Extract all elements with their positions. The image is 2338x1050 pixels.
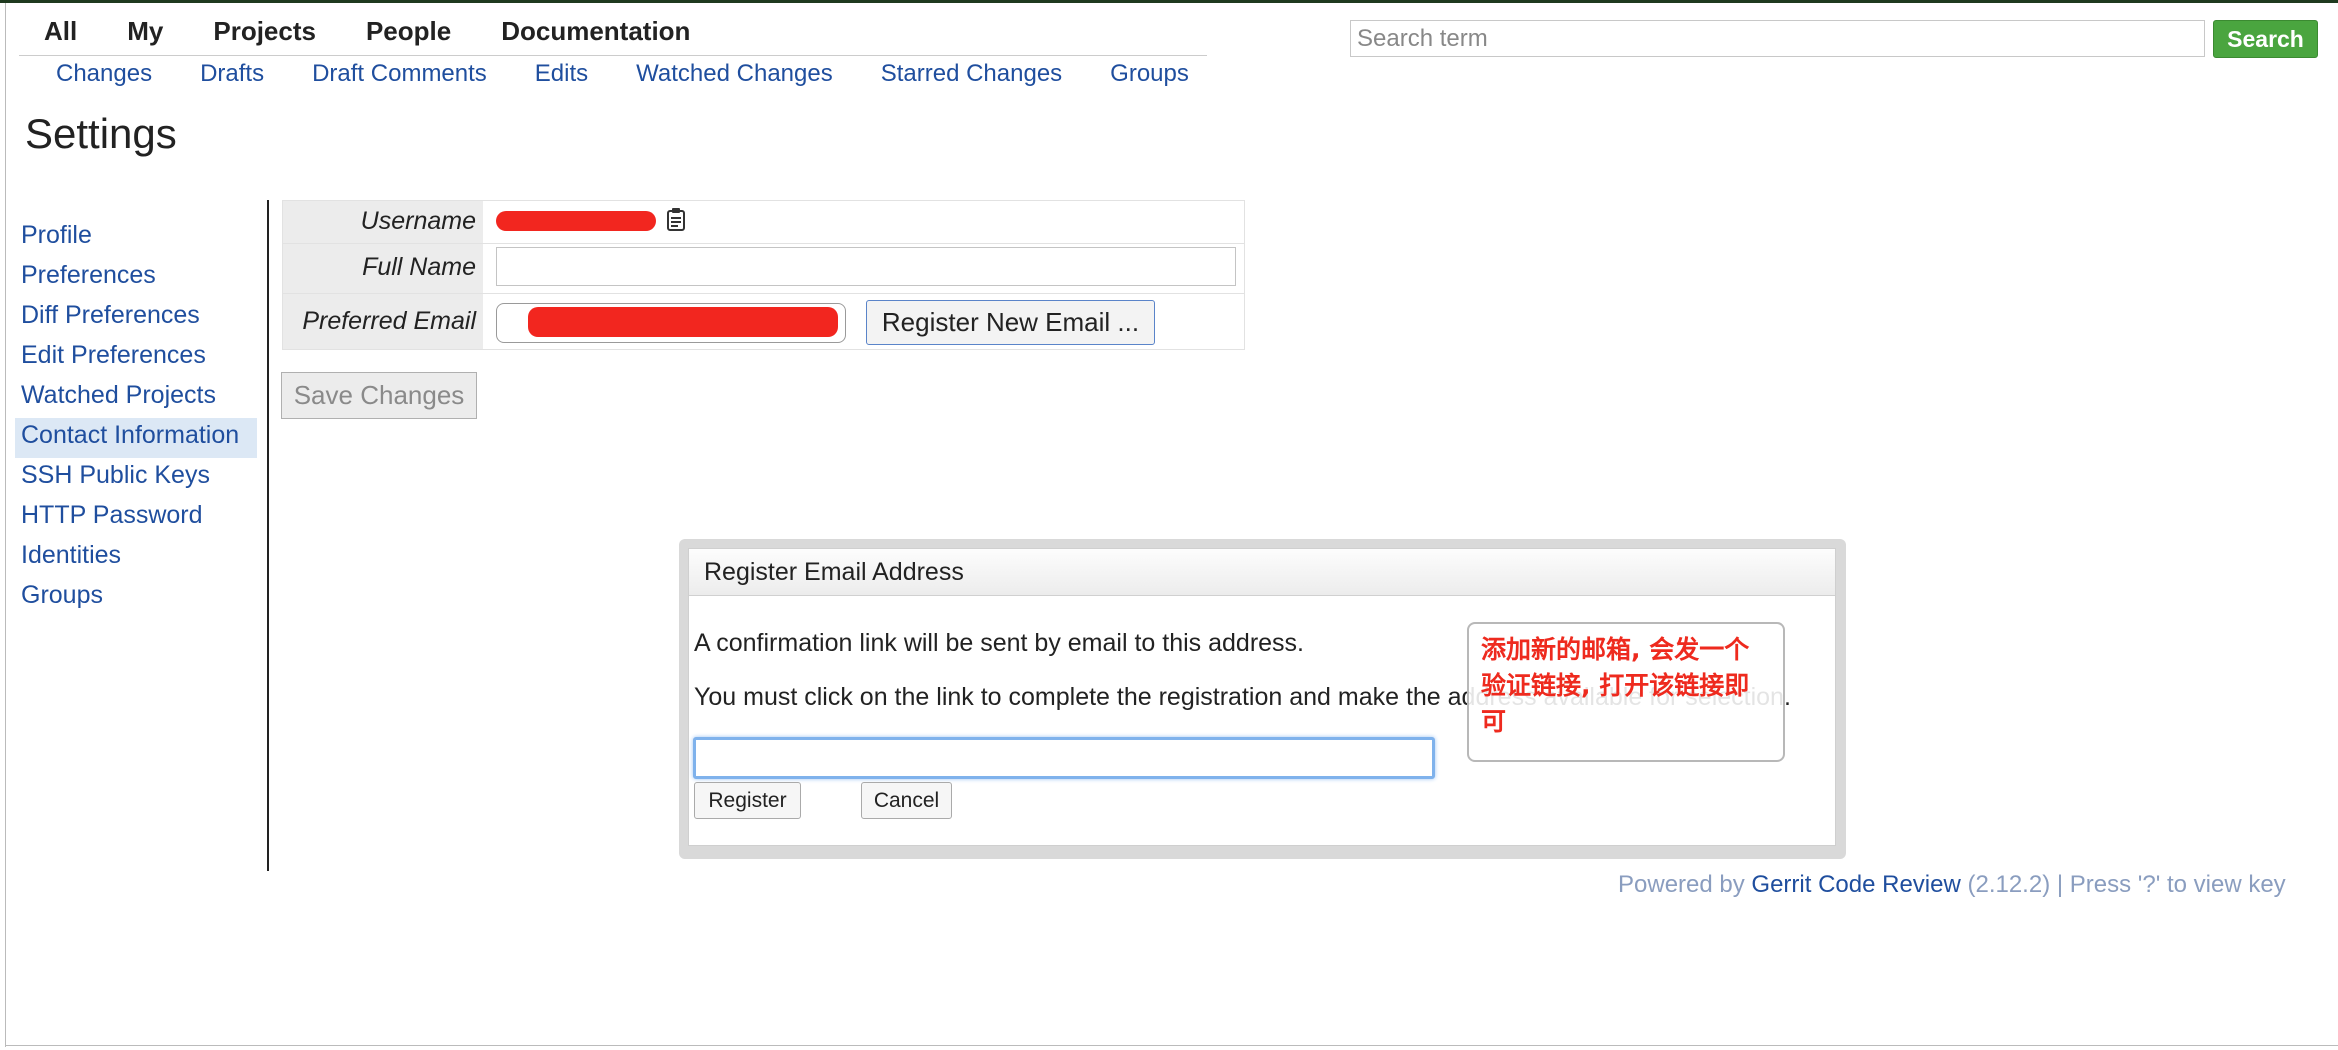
- sub-menu: Changes Drafts Draft Comments Edits Watc…: [56, 60, 1237, 88]
- sidebar-item-contact-information[interactable]: Contact Information: [15, 418, 257, 458]
- email-redaction: [528, 307, 838, 337]
- register-new-email-button[interactable]: Register New Email ...: [866, 300, 1155, 345]
- page-title: Settings: [25, 110, 177, 157]
- sidebar-divider: [267, 200, 269, 871]
- window-border-bottom: [5, 1045, 2338, 1046]
- footer-prefix: Powered by: [1618, 871, 1752, 898]
- sidebar-item-edit-preferences[interactable]: Edit Preferences: [15, 338, 250, 378]
- submenu-item-changes[interactable]: Changes: [56, 60, 152, 88]
- username-label: Username: [360, 207, 476, 235]
- sidebar-item-profile[interactable]: Profile: [15, 218, 250, 258]
- footer: Powered by Gerrit Code Review (2.12.2) |…: [1618, 871, 2286, 899]
- row-divider: [283, 243, 1244, 244]
- search-input[interactable]: [1350, 20, 2205, 57]
- sidebar-item-http-password[interactable]: HTTP Password: [15, 498, 250, 538]
- menu-divider: [19, 55, 1207, 56]
- menu-item-projects[interactable]: Projects: [213, 16, 316, 47]
- sidebar-item-watched-projects[interactable]: Watched Projects: [15, 378, 250, 418]
- register-button[interactable]: Register: [694, 782, 801, 819]
- menu-item-my[interactable]: My: [127, 16, 163, 47]
- footer-suffix: (2.12.2) | Press '?' to view key: [1960, 871, 2286, 898]
- submenu-item-watched-changes[interactable]: Watched Changes: [636, 60, 833, 88]
- save-changes-button[interactable]: Save Changes: [281, 372, 477, 419]
- contact-info-form: Username Full Name Preferred Email Regis…: [282, 200, 1245, 350]
- clipboard-icon[interactable]: [666, 207, 686, 231]
- annotation-callout: 添加新的邮箱, 会发一个验证链接, 打开该链接即可: [1467, 622, 1785, 762]
- settings-sidebar: Profile Preferences Diff Preferences Edi…: [15, 218, 257, 618]
- main-menu: All My Projects People Documentation: [44, 16, 740, 47]
- dialog-header: Register Email Address: [689, 549, 1835, 596]
- sidebar-item-identities[interactable]: Identities: [15, 538, 250, 578]
- menu-item-people[interactable]: People: [366, 16, 451, 47]
- fullname-input[interactable]: [496, 247, 1236, 286]
- gerrit-link[interactable]: Gerrit Code Review: [1751, 871, 1960, 898]
- window-border-left: [5, 3, 6, 1047]
- submenu-item-groups[interactable]: Groups: [1110, 60, 1189, 88]
- top-bar-line: [0, 0, 2338, 3]
- new-email-input[interactable]: [693, 737, 1435, 779]
- username-redaction: [496, 211, 656, 231]
- sidebar-item-preferences[interactable]: Preferences: [15, 258, 250, 298]
- sidebar-item-groups[interactable]: Groups: [15, 578, 250, 618]
- cancel-button[interactable]: Cancel: [861, 782, 952, 819]
- search-button[interactable]: Search: [2213, 20, 2318, 58]
- menu-item-all[interactable]: All: [44, 16, 77, 47]
- submenu-item-draft-comments[interactable]: Draft Comments: [312, 60, 487, 88]
- sidebar-item-diff-preferences[interactable]: Diff Preferences: [15, 298, 250, 338]
- menu-item-documentation[interactable]: Documentation: [501, 16, 690, 47]
- preferred-email-label: Preferred Email: [302, 307, 476, 335]
- submenu-item-edits[interactable]: Edits: [535, 60, 588, 88]
- submenu-item-drafts[interactable]: Drafts: [200, 60, 264, 88]
- dialog-info-text: A confirmation link will be sent by emai…: [694, 629, 1304, 657]
- submenu-item-starred-changes[interactable]: Starred Changes: [881, 60, 1062, 88]
- sidebar-item-ssh-public-keys[interactable]: SSH Public Keys: [15, 458, 250, 498]
- dialog-title: Register Email Address: [704, 558, 964, 586]
- row-divider: [283, 293, 1244, 294]
- fullname-label: Full Name: [362, 253, 476, 281]
